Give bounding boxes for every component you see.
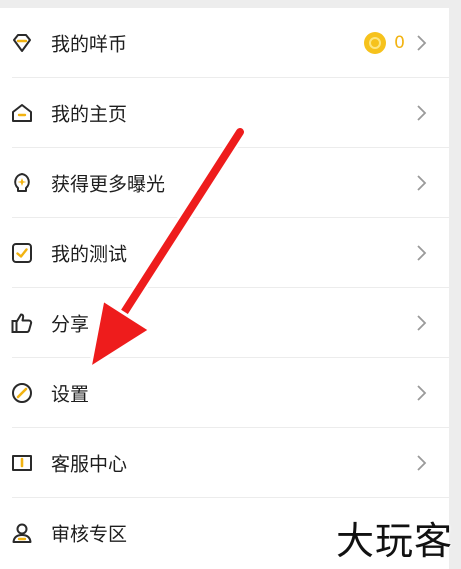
chevron-right-icon [415,244,427,262]
coin-icon [364,32,387,54]
compass-icon [10,381,34,405]
menu-item-label: 审核专区 [51,523,128,546]
account-menu: 我的咩币 0 我的主页 获得更多曝光 我的测试 分享 设置 客服中心 审核专区 [0,8,449,569]
menu-item-label: 客服中心 [51,453,128,476]
checkbox-icon [10,241,34,265]
thumbs-up-icon [10,311,34,335]
lightbulb-icon [10,171,34,195]
menu-item-label: 分享 [51,313,90,336]
menu-item-coins[interactable]: 我的咩币 0 [0,8,449,78]
menu-item-customer-service[interactable]: 客服中心 [0,428,449,498]
chevron-right-icon [415,454,427,472]
menu-item-label: 我的主页 [51,103,128,126]
user-icon [10,521,34,545]
watermark: 大玩客 [335,519,453,563]
chevron-right-icon [415,104,427,122]
menu-item-settings[interactable]: 设置 [0,358,449,428]
menu-item-exposure[interactable]: 获得更多曝光 [0,148,449,218]
menu-item-label: 我的测试 [51,243,128,266]
menu-item-tests[interactable]: 我的测试 [0,218,449,288]
chevron-right-icon [415,174,427,192]
menu-item-share[interactable]: 分享 [0,288,449,358]
book-icon [10,451,34,475]
chevron-right-icon [415,34,427,52]
menu-item-homepage[interactable]: 我的主页 [0,78,449,148]
menu-item-label: 获得更多曝光 [51,173,166,196]
coin-count: 0 [394,33,405,53]
chevron-right-icon [415,314,427,332]
menu-item-label: 设置 [51,383,90,406]
home-icon [10,101,34,125]
coin-balance: 0 [364,32,405,54]
menu-item-label: 我的咩币 [51,33,128,56]
chevron-right-icon [415,384,427,402]
diamond-icon [10,31,34,55]
